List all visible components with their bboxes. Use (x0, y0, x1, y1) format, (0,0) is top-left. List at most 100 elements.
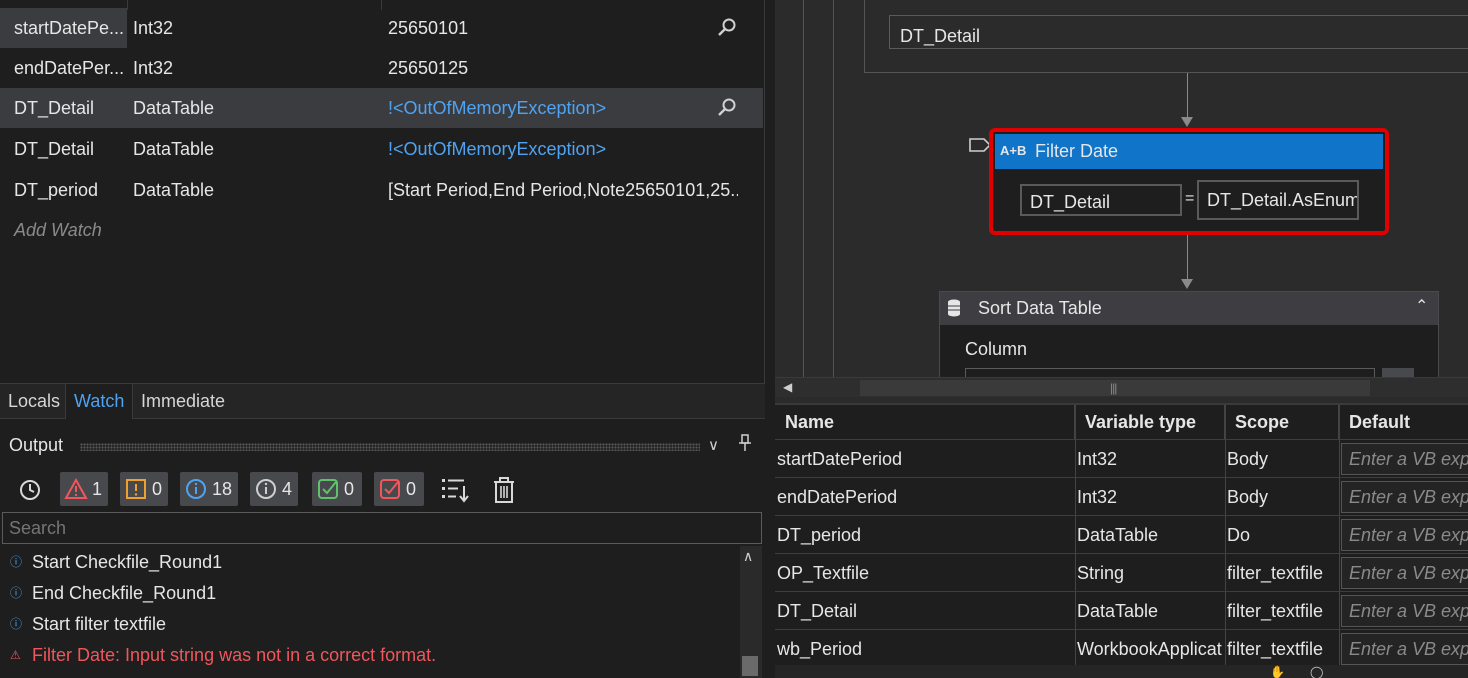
watch-name[interactable]: endDatePer... (0, 48, 127, 88)
column-header-default[interactable]: Default (1339, 405, 1468, 439)
variable-scope[interactable]: Body (1227, 440, 1268, 478)
variable-type[interactable]: Int32 (1077, 440, 1225, 478)
arrow-down-icon (1181, 279, 1193, 289)
variable-default-input[interactable]: Enter a VB expr (1341, 633, 1468, 665)
column-header-name[interactable]: Name (775, 405, 1075, 439)
variable-name[interactable]: startDatePeriod (777, 440, 902, 478)
variable-row[interactable]: OP_Textfile String filter_textfile Enter… (775, 553, 1468, 591)
watch-value: 25650125 (388, 58, 469, 78)
assign-activity-filter-date[interactable]: A+B Filter Date DT_Detail = DT_Detail.As… (989, 128, 1389, 235)
watch-row-selected[interactable]: DT_Detail DataTable !<OutOfMemoryExcepti… (0, 88, 763, 128)
watch-name[interactable]: DT_Detail (0, 88, 127, 128)
sort-activity-header[interactable]: Sort Data Table ⌃ (940, 292, 1438, 325)
magnifier-icon[interactable] (716, 17, 738, 39)
trace-filter-button[interactable]: 4 (250, 472, 298, 506)
designer-horizontal-scrollbar[interactable]: ◀ ||| (775, 377, 1468, 397)
collapse-icon[interactable]: ⌃ (1415, 296, 1428, 316)
zoom-icon[interactable]: ◯ (1310, 665, 1323, 678)
datatable-field[interactable]: DT_Detail (889, 15, 1468, 49)
variable-name[interactable]: DT_period (777, 516, 861, 554)
panel-grip[interactable] (80, 443, 700, 451)
variable-scope[interactable]: Do (1227, 516, 1250, 554)
column-picker-button[interactable] (1382, 368, 1414, 377)
log-line-error[interactable]: ⚠ Filter Date: Input string was not in a … (10, 640, 436, 670)
assign-activity-header[interactable]: A+B Filter Date (995, 134, 1383, 169)
breakpoint-tag-icon[interactable] (969, 137, 991, 153)
variable-type[interactable]: Int32 (1077, 478, 1225, 516)
assign-icon: A+B (1000, 143, 1027, 158)
watch-type: Int32 (133, 58, 174, 78)
variable-name[interactable]: OP_Textfile (777, 554, 869, 592)
flow-connector (1187, 73, 1188, 118)
variable-default-input[interactable]: Enter a VB expr (1341, 481, 1468, 513)
success-filter-button[interactable]: 0 (312, 472, 362, 506)
watch-name[interactable]: DT_period (0, 170, 127, 210)
tab-watch[interactable]: Watch (65, 384, 134, 419)
error-filter-button[interactable]: 1 (60, 472, 108, 506)
info-filter-button[interactable]: 18 (180, 472, 238, 506)
variable-row[interactable]: DT_Detail DataTable filter_textfile Ente… (775, 591, 1468, 629)
pin-icon[interactable] (738, 434, 752, 452)
warning-filter-button[interactable]: 0 (120, 472, 168, 506)
variable-default-input[interactable]: Enter a VB expr (1341, 557, 1468, 589)
info-count: 18 (212, 478, 233, 499)
variable-scope[interactable]: filter_textfile (1227, 592, 1323, 630)
variable-default-input[interactable]: Enter a VB expr (1341, 519, 1468, 551)
variables-panel: Name Variable type Scope Default startDa… (775, 403, 1468, 667)
log-line[interactable]: ⓘ Start filter textfile (10, 609, 166, 639)
variable-type[interactable]: DataTable (1077, 592, 1225, 630)
chevron-up-icon[interactable]: ∧ (743, 548, 753, 565)
variable-name[interactable]: endDatePeriod (777, 478, 897, 516)
variable-default-input[interactable]: Enter a VB expr (1341, 443, 1468, 475)
sequence-guide-line (803, 0, 804, 377)
trash-icon[interactable] (492, 476, 516, 504)
log-text: Start Checkfile_Round1 (32, 552, 223, 572)
variable-scope[interactable]: filter_textfile (1227, 630, 1323, 668)
clock-icon[interactable] (18, 478, 42, 502)
variable-row[interactable]: DT_period DataTable Do Enter a VB expr (775, 515, 1468, 553)
watch-row[interactable]: startDatePe... Int32 25650101 (0, 8, 763, 48)
variable-row[interactable]: startDatePeriod Int32 Body Enter a VB ex… (775, 439, 1468, 477)
variable-default-input[interactable]: Enter a VB expr (1341, 595, 1468, 627)
watch-type: Int32 (133, 18, 174, 38)
column-header-type[interactable]: Variable type (1075, 405, 1225, 439)
assign-value-field[interactable]: DT_Detail.AsEnumerable (1197, 180, 1359, 220)
watch-row[interactable]: DT_period DataTable [Start Period,End Pe… (0, 170, 763, 210)
warning-count: 0 (152, 478, 163, 499)
watch-row[interactable]: DT_Detail DataTable !<OutOfMemoryExcepti… (0, 129, 763, 169)
magnifier-icon[interactable] (716, 97, 738, 119)
add-watch-placeholder[interactable]: Add Watch (14, 220, 102, 241)
variable-name[interactable]: wb_Period (777, 630, 862, 668)
variable-scope[interactable]: Body (1227, 478, 1268, 516)
chevron-down-icon[interactable]: ∨ (708, 436, 719, 454)
watch-value: !<OutOfMemoryException> (388, 139, 607, 159)
variable-row[interactable]: endDatePeriod Int32 Body Enter a VB expr (775, 477, 1468, 515)
hand-icon[interactable]: ✋ (1270, 665, 1285, 678)
sort-data-table-activity[interactable]: Sort Data Table ⌃ Column (939, 291, 1439, 377)
assign-to-field[interactable]: DT_Detail (1020, 184, 1182, 216)
variable-type[interactable]: WorkbookApplicat (1077, 630, 1225, 668)
sort-list-icon[interactable] (440, 476, 470, 504)
scrollbar-thumb[interactable] (742, 656, 758, 676)
watch-name[interactable]: DT_Detail (0, 129, 127, 169)
trace-icon (256, 479, 276, 499)
variable-type[interactable]: String (1077, 554, 1225, 592)
output-search-input[interactable] (2, 512, 762, 544)
log-line[interactable]: ⓘ End Checkfile_Round1 (10, 578, 216, 608)
scrollbar-thumb[interactable]: ||| (860, 380, 1370, 396)
tab-locals[interactable]: Locals (0, 384, 68, 419)
workflow-designer-canvas[interactable]: DT_Detail A+B Filter Date DT_Detail = DT… (775, 0, 1468, 377)
variable-type[interactable]: DataTable (1077, 516, 1225, 554)
column-input[interactable] (965, 368, 1375, 377)
fail-filter-button[interactable]: 0 (374, 472, 424, 506)
log-scrollbar[interactable]: ∧ (740, 546, 762, 678)
tab-immediate[interactable]: Immediate (133, 384, 233, 419)
variable-row[interactable]: wb_Period WorkbookApplicat filter_textfi… (775, 629, 1468, 667)
watch-row[interactable]: endDatePer... Int32 25650125 (0, 48, 763, 88)
watch-name[interactable]: startDatePe... (0, 8, 127, 48)
variable-scope[interactable]: filter_textfile (1227, 554, 1323, 592)
variable-name[interactable]: DT_Detail (777, 592, 857, 630)
column-header-scope[interactable]: Scope (1225, 405, 1339, 439)
log-line[interactable]: ⓘ Start Checkfile_Round1 (10, 547, 222, 577)
arrow-left-icon[interactable]: ◀ (783, 380, 792, 394)
